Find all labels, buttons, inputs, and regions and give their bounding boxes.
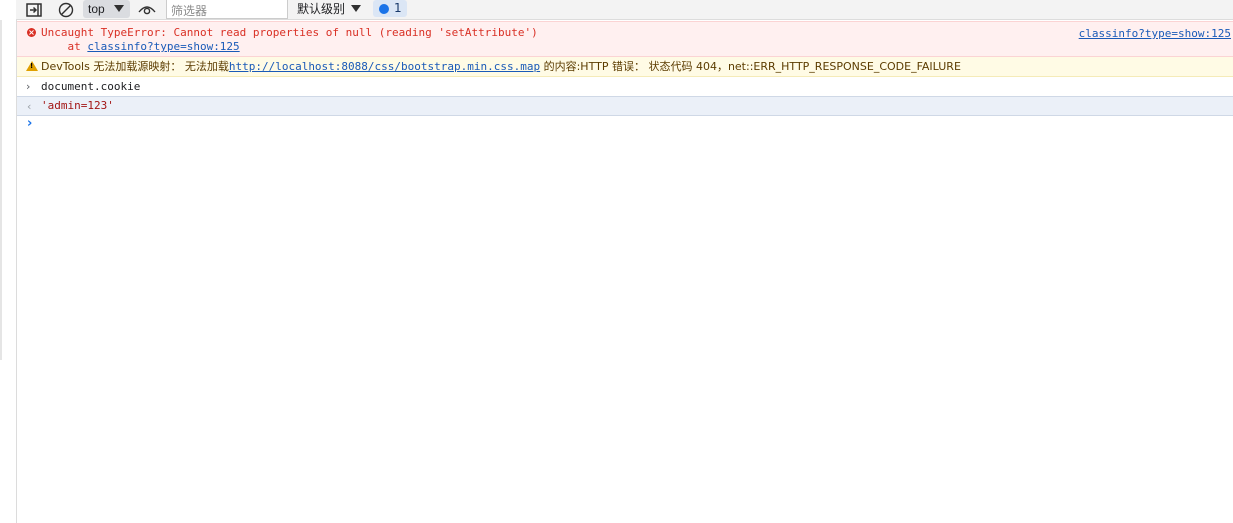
context-label: top — [88, 2, 105, 16]
console-prompt[interactable]: › — [17, 115, 1233, 135]
issues-count: 1 — [394, 1, 402, 15]
prompt-chevron-icon: › — [27, 116, 33, 131]
error-text: Uncaught TypeError: Cannot read properti… — [41, 26, 538, 39]
filter-input[interactable] — [167, 3, 281, 19]
console-error-message: × Uncaught TypeError: Cannot read proper… — [17, 21, 1233, 57]
chevron-right-icon: › — [26, 80, 31, 93]
dock-side-icon[interactable] — [25, 1, 43, 18]
input-expression: document.cookie — [41, 80, 141, 93]
stack-at-prefix: at — [41, 40, 88, 53]
gutter-divider — [0, 20, 2, 360]
chevron-down-icon — [351, 5, 361, 12]
stack-link[interactable]: classinfo?type=show:125 — [87, 40, 239, 53]
chevron-down-icon — [114, 5, 124, 12]
side-gutter — [0, 0, 16, 523]
chevron-left-icon: ‹ — [27, 100, 32, 113]
error-icon: × — [27, 28, 36, 37]
issues-button[interactable]: 1 — [373, 0, 407, 17]
console-warning-message: ! DevTools 无法加载源映射： 无法加载http://localhost… — [17, 57, 1233, 77]
filter-field[interactable] — [166, 0, 288, 19]
warning-text: DevTools 无法加载源映射： 无法加载http://localhost:8… — [41, 60, 961, 73]
issues-chat-icon — [379, 4, 389, 14]
warning-suffix: 的内容:HTTP 错误： 状态代码 404，net::ERR_HTTP_RESP… — [540, 60, 961, 73]
error-stack-line: at classinfo?type=show:125 — [41, 40, 239, 53]
log-levels-dropdown[interactable]: 默认级别 — [292, 0, 366, 18]
error-source-link[interactable]: classinfo?type=show:125 — [1079, 27, 1231, 40]
live-expression-eye-icon[interactable] — [138, 1, 156, 18]
output-value[interactable]: 'admin=123' — [41, 99, 114, 112]
clear-console-icon[interactable] — [57, 1, 75, 18]
console-input-entry: › document.cookie — [17, 77, 1233, 97]
warning-icon: ! — [26, 61, 38, 71]
console-prompt-input[interactable] — [41, 117, 1221, 131]
warning-prefix: DevTools 无法加载源映射： 无法加载 — [41, 60, 229, 73]
console-toolbar: top 默认级别 1 — [16, 0, 1233, 20]
log-levels-label: 默认级别 — [297, 2, 346, 16]
context-selector[interactable]: top — [83, 0, 130, 18]
console-output-entry: ‹ 'admin=123' — [17, 96, 1233, 116]
warning-url-link[interactable]: http://localhost:8088/css/bootstrap.min.… — [229, 60, 540, 73]
